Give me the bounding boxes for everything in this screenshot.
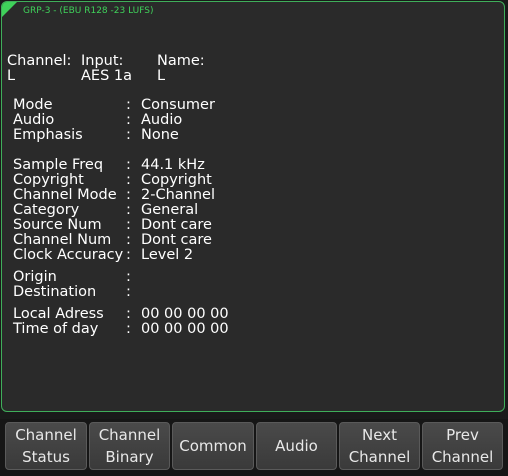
channel-binary-button[interactable]: Channel Binary (89, 422, 170, 470)
field-label-channel-mode: Channel Mode (13, 187, 117, 203)
field-colon: : (126, 127, 131, 143)
field-label-source-num: Source Num (13, 217, 102, 233)
input-label: Input: (81, 53, 124, 69)
button-label-line1: Channel (98, 426, 161, 444)
channel-status-panel: GRP-3 - (EBU R128 -23 LUFS) Channel: L I… (1, 1, 505, 412)
field-value-channel-mode: 2-Channel (141, 187, 215, 203)
field-value-copyright: Copyright (141, 172, 212, 188)
field-label-destination: Destination (13, 284, 97, 300)
field-colon: : (126, 202, 131, 218)
name-label: Name: (157, 53, 205, 69)
field-value-clock-accuracy: Level 2 (141, 247, 194, 263)
button-label-line2: Binary (105, 448, 154, 466)
button-bar: Channel Status Channel Binary Common Aud… (0, 419, 508, 476)
field-value-category: General (141, 202, 199, 218)
button-label-line2: Channel (348, 448, 411, 466)
field-label-audio: Audio (13, 112, 55, 128)
field-label-sample-freq: Sample Freq (13, 157, 104, 173)
field-colon: : (126, 217, 131, 233)
name-value: L (157, 68, 166, 84)
field-colon: : (126, 232, 131, 248)
channel-label: Channel: (7, 53, 72, 69)
field-colon: : (126, 269, 131, 285)
field-value-emphasis: None (141, 127, 179, 143)
field-colon: : (126, 172, 131, 188)
field-value-local-adress: 00 00 00 00 (141, 306, 229, 322)
field-value-time-of-day: 00 00 00 00 (141, 321, 229, 337)
field-label-emphasis: Emphasis (13, 127, 83, 143)
field-label-local-adress: Local Adress (13, 306, 104, 322)
field-colon: : (126, 306, 131, 322)
field-colon: : (126, 284, 131, 300)
field-value-sample-freq: 44.1 kHz (141, 157, 205, 173)
field-label-category: Category (13, 202, 80, 218)
field-label-time-of-day: Time of day (13, 321, 99, 337)
audio-button[interactable]: Audio (256, 422, 337, 470)
panel-title: GRP-3 - (EBU R128 -23 LUFS) (23, 6, 154, 16)
button-label-line1: Next (362, 426, 397, 444)
field-label-mode: Mode (13, 97, 53, 113)
field-value-channel-num: Dont care (141, 232, 212, 248)
button-label-line1: Channel (15, 426, 77, 444)
field-label-origin: Origin (13, 269, 57, 285)
field-colon: : (126, 157, 131, 173)
button-label-line1: Audio (275, 437, 318, 455)
field-colon: : (126, 187, 131, 203)
field-value-audio: Audio (141, 112, 183, 128)
button-label-line2: Channel (431, 448, 494, 466)
channel-value: L (7, 68, 16, 84)
panel-corner-indicator (2, 2, 17, 17)
prev-channel-button[interactable]: Prev Channel (422, 422, 503, 470)
field-value-source-num: Dont care (141, 217, 212, 233)
button-label-line1: Common (179, 437, 247, 455)
field-colon: : (126, 112, 131, 128)
field-label-channel-num: Channel Num (13, 232, 112, 248)
button-label-line2: Status (22, 448, 70, 466)
field-value-mode: Consumer (141, 97, 215, 113)
button-label-line1: Prev (446, 426, 479, 444)
field-label-copyright: Copyright (13, 172, 84, 188)
input-value: AES 1a (81, 68, 133, 84)
field-colon: : (126, 97, 131, 113)
channel-status-button[interactable]: Channel Status (5, 422, 87, 470)
field-colon: : (126, 247, 131, 263)
next-channel-button[interactable]: Next Channel (339, 422, 420, 470)
common-button[interactable]: Common (172, 422, 254, 470)
field-colon: : (126, 321, 131, 337)
field-label-clock-accuracy: Clock Accuracy (13, 247, 124, 263)
